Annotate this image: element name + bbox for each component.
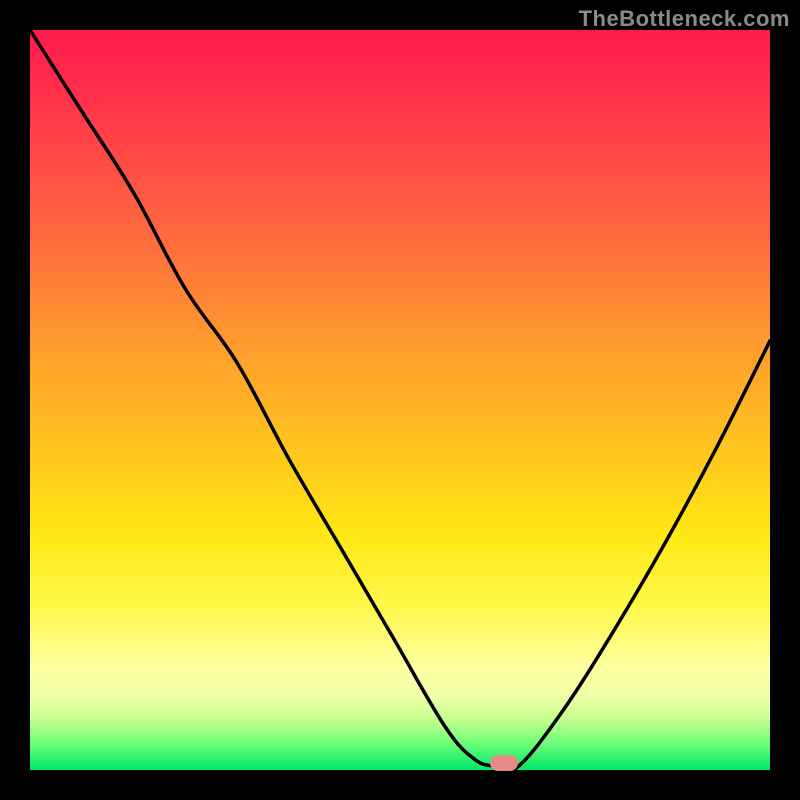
chart-frame: TheBottleneck.com — [0, 0, 800, 800]
gradient-background — [30, 30, 770, 770]
optimal-marker — [490, 755, 518, 771]
attribution-watermark: TheBottleneck.com — [579, 6, 790, 32]
